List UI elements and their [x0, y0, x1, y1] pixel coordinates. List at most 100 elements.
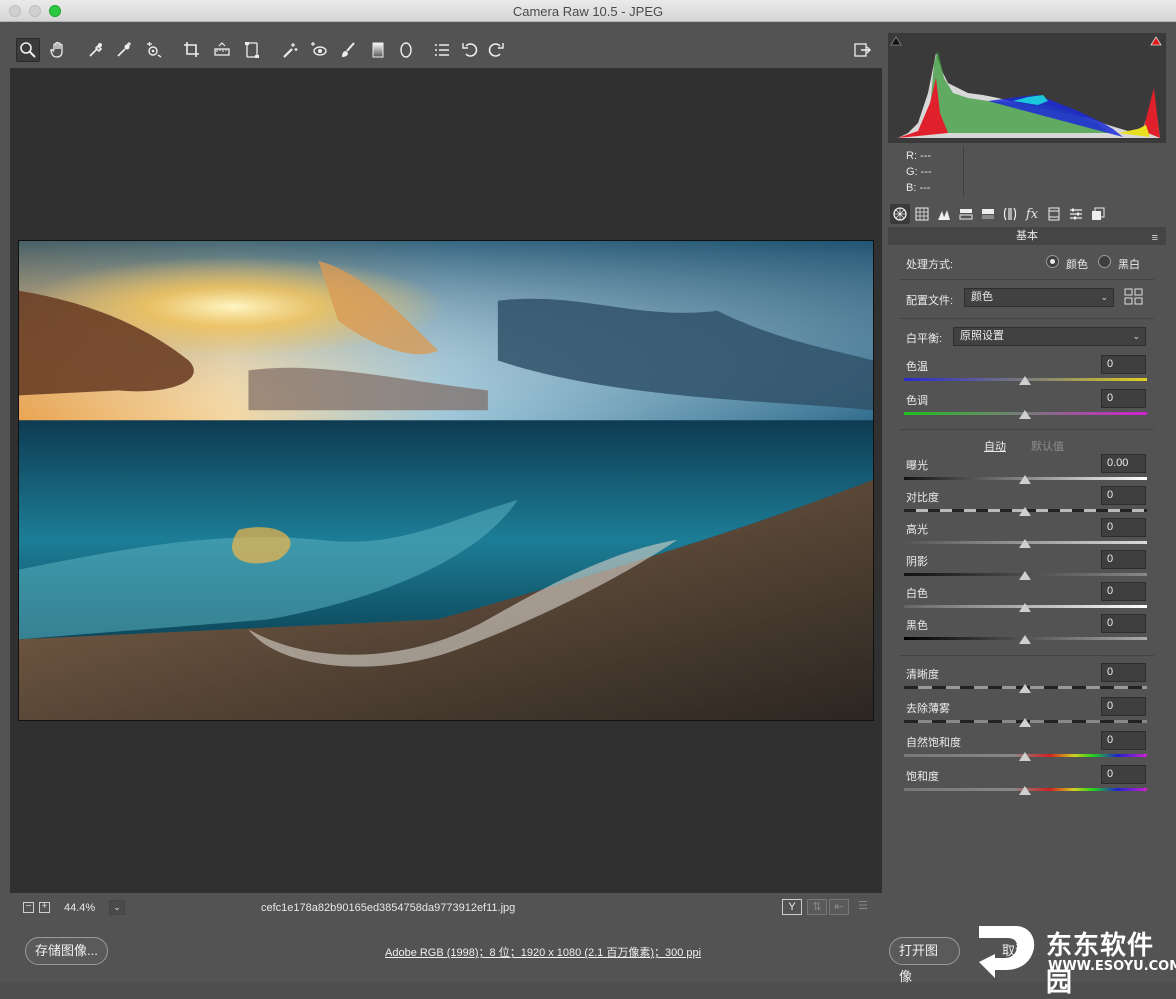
before-after-toggle[interactable]: Y [782, 899, 802, 915]
clarity-slider-thumb[interactable] [1019, 684, 1031, 693]
color-sampler-tool-icon[interactable] [112, 38, 136, 62]
presets-tab-icon[interactable] [1066, 204, 1086, 224]
shadows-slider-thumb[interactable] [1019, 571, 1031, 580]
targeted-adjustment-tool-icon[interactable] [142, 38, 166, 62]
exposure-value[interactable]: 0.00 [1101, 454, 1146, 473]
treatment-color-label: 颜色 [1066, 259, 1088, 271]
chevron-down-icon: ⌄ [1100, 292, 1108, 302]
preferences-icon[interactable] [430, 38, 454, 62]
slider-label: 曝光 [906, 460, 928, 472]
slider-label: 色温 [906, 361, 928, 373]
crop-tool-icon[interactable] [180, 38, 204, 62]
blacks-value[interactable]: 0 [1101, 614, 1146, 633]
readout-divider [963, 146, 964, 196]
saturation-value[interactable]: 0 [1101, 765, 1146, 784]
slider-label: 阴影 [906, 556, 928, 568]
g-readout: G: --- [906, 166, 932, 178]
zoom-in-button[interactable]: + [39, 902, 50, 913]
histogram [888, 33, 1166, 143]
temperature-slider-thumb[interactable] [1019, 376, 1031, 385]
slider-label: 对比度 [906, 492, 939, 504]
image-preview-area[interactable] [10, 68, 882, 893]
auto-link[interactable]: 自动 [984, 438, 1006, 454]
temperature-value[interactable]: 0 [1101, 355, 1146, 374]
highlights-slider-thumb[interactable] [1019, 539, 1031, 548]
rgb-readout: R: --- G: --- B: --- [888, 146, 1166, 198]
whites-value[interactable]: 0 [1101, 582, 1146, 601]
file-name: cefc1e178a82b90165ed3854758da9773912ef11… [261, 902, 516, 914]
clarity-value[interactable]: 0 [1101, 663, 1146, 682]
blacks-slider-thumb[interactable] [1019, 635, 1031, 644]
vibrance-value[interactable]: 0 [1101, 731, 1146, 750]
tint-value[interactable]: 0 [1101, 389, 1146, 408]
copy-settings-icon[interactable]: ⇤ [829, 899, 849, 915]
divider [900, 279, 1154, 280]
slider-label: 高光 [906, 524, 928, 536]
basic-panel-header: 基本 ≡ [888, 227, 1166, 245]
adjustment-brush-tool-icon[interactable] [336, 38, 360, 62]
profile-browser-icon[interactable] [1124, 288, 1143, 305]
hand-tool-icon[interactable] [46, 38, 70, 62]
shadows-value[interactable]: 0 [1101, 550, 1146, 569]
shadow-clipping-icon[interactable] [890, 36, 902, 46]
contrast-slider-thumb[interactable] [1019, 507, 1031, 516]
rotate-right-icon[interactable] [484, 38, 508, 62]
zoom-out-button[interactable]: − [23, 902, 34, 913]
profile-value: 颜色 [971, 291, 993, 303]
default-link[interactable]: 默认值 [1031, 438, 1064, 454]
detail-tab-icon[interactable] [934, 204, 954, 224]
white-balance-value: 原照设置 [960, 330, 1004, 342]
dehaze-slider-thumb[interactable] [1019, 718, 1031, 727]
panel-title: 基本 [1016, 230, 1038, 242]
zoom-dropdown[interactable]: ⌄ [109, 900, 125, 915]
graduated-filter-tool-icon[interactable] [366, 38, 390, 62]
straighten-tool-icon[interactable] [210, 38, 234, 62]
chevron-down-icon: ⌄ [1132, 331, 1140, 341]
radial-filter-tool-icon[interactable] [394, 38, 418, 62]
profile-select[interactable]: 颜色 ⌄ [964, 288, 1114, 307]
camera-calibration-tab-icon[interactable] [1044, 204, 1064, 224]
rotate-left-icon[interactable] [458, 38, 482, 62]
divider [900, 429, 1154, 430]
treatment-bw-label: 黑白 [1118, 259, 1140, 271]
saturation-slider-thumb[interactable] [1019, 786, 1031, 795]
treatment-color-radio[interactable] [1046, 255, 1059, 268]
treatment-label: 处理方式: [906, 259, 954, 271]
treatment-bw-radio[interactable] [1098, 255, 1111, 268]
toggle-settings-icon[interactable]: ☰ [853, 899, 873, 915]
dehaze-value[interactable]: 0 [1101, 697, 1146, 716]
white-balance-select[interactable]: 原照设置 ⌄ [953, 327, 1146, 346]
effects-tab-icon[interactable]: fx [1022, 204, 1042, 224]
open-photoshop-icon[interactable] [850, 38, 874, 62]
hsl-tab-icon[interactable] [956, 204, 976, 224]
swap-settings-icon[interactable]: ⇅ [807, 899, 827, 915]
window-title: Camera Raw 10.5 - JPEG [512, 4, 664, 19]
exposure-slider-thumb[interactable] [1019, 475, 1031, 484]
lens-corrections-tab-icon[interactable] [1000, 204, 1020, 224]
basic-tab-icon[interactable] [890, 204, 910, 224]
contrast-value[interactable]: 0 [1101, 486, 1146, 505]
panel-menu-icon[interactable]: ≡ [1152, 229, 1158, 247]
white-balance-label: 白平衡: [906, 333, 943, 345]
red-eye-tool-icon[interactable] [306, 38, 330, 62]
whites-slider-thumb[interactable] [1019, 603, 1031, 612]
zoom-level: 44.4% [64, 902, 96, 914]
white-balance-tool-icon[interactable] [84, 38, 108, 62]
transform-tool-icon[interactable] [240, 38, 264, 62]
tool-bar [10, 32, 882, 68]
zoom-tool-icon[interactable] [16, 38, 40, 62]
vibrance-slider-thumb[interactable] [1019, 752, 1031, 761]
spot-removal-tool-icon[interactable] [278, 38, 302, 62]
split-toning-tab-icon[interactable] [978, 204, 998, 224]
snapshots-tab-icon[interactable] [1088, 204, 1108, 224]
workflow-options-link[interactable]: Adobe RGB (1998)；8 位；1920 x 1080 (2.1 百万… [385, 944, 701, 960]
panel-tabs: fx [888, 202, 1166, 226]
tint-slider-thumb[interactable] [1019, 410, 1031, 419]
tone-curve-tab-icon[interactable] [912, 204, 932, 224]
open-image-button[interactable]: 打开图像 [889, 937, 960, 984]
highlights-value[interactable]: 0 [1101, 518, 1146, 537]
highlight-clipping-icon[interactable] [1150, 36, 1162, 46]
slider-label: 黑色 [906, 620, 928, 632]
save-image-button[interactable]: 存储图像... [25, 937, 108, 965]
divider [900, 318, 1154, 319]
